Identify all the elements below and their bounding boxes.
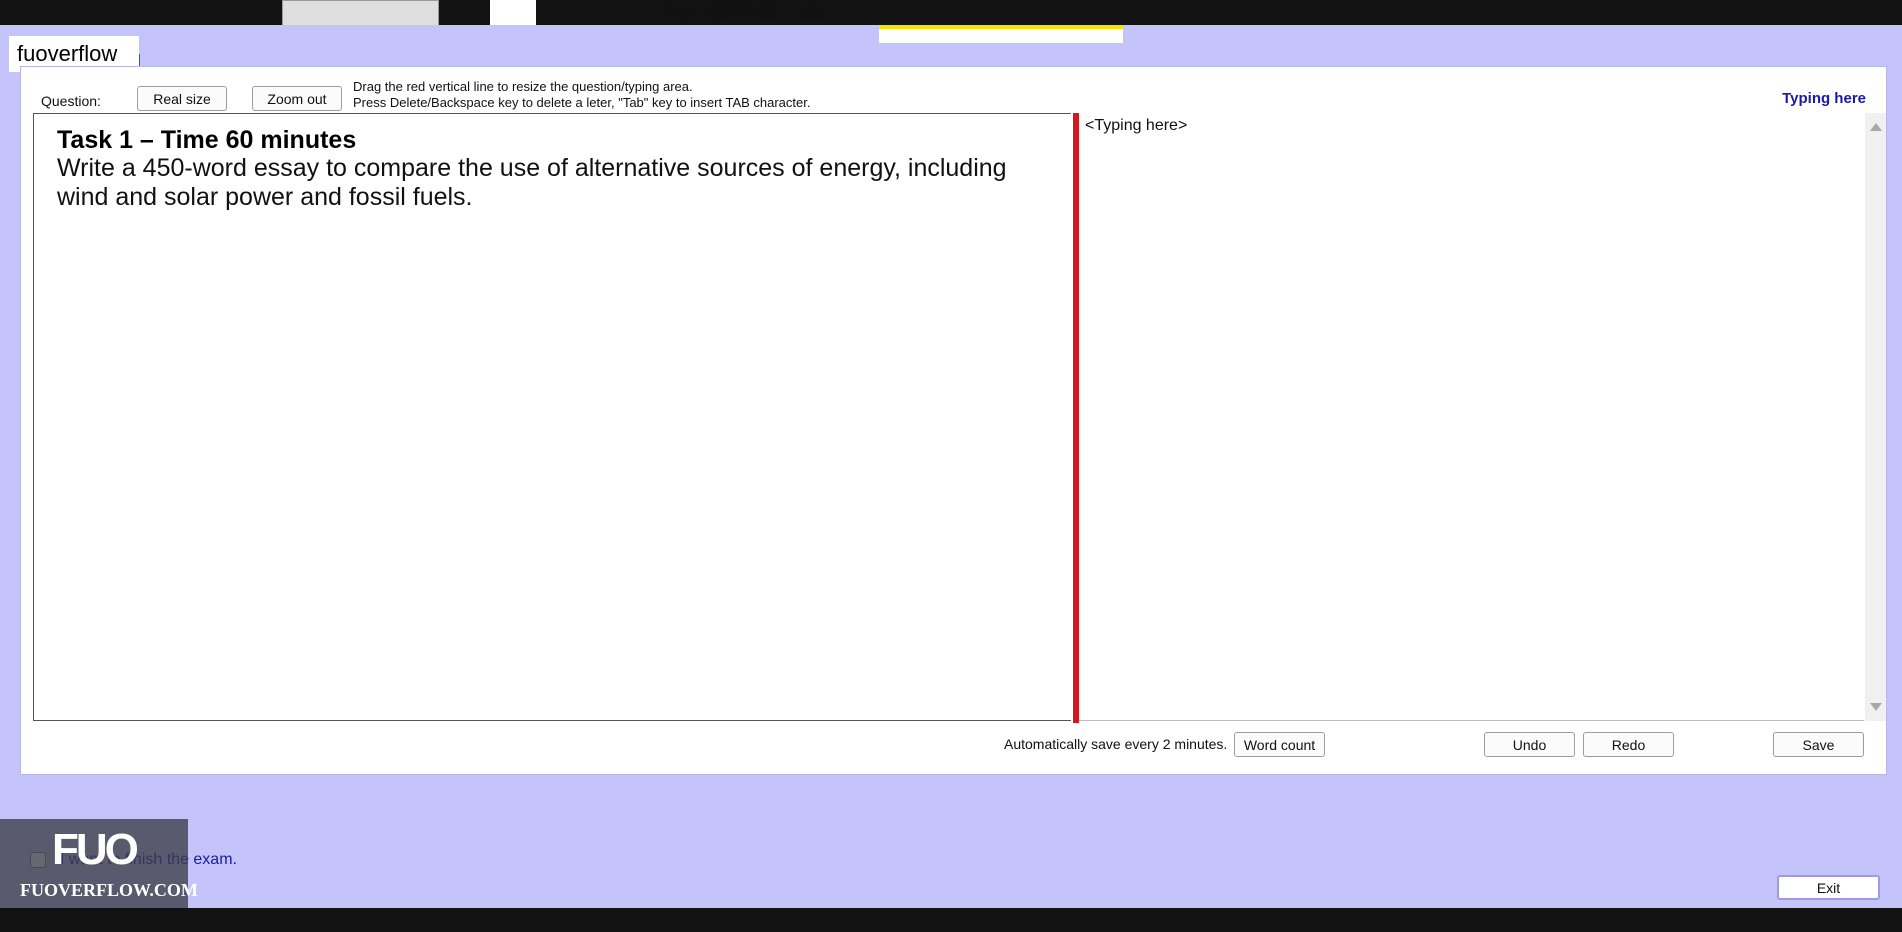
real-size-button[interactable]: Real size [137,86,227,111]
instructions: Drag the red vertical line to resize the… [353,79,810,111]
top-yellow-fragment [879,25,1123,43]
scroll-up-arrow-icon[interactable] [1870,123,1882,131]
top-bar: CSI2 1 [0,0,1902,25]
autosave-note: Automatically save every 2 minutes. [1004,736,1228,752]
typing-here-label: Typing here [1782,90,1866,107]
exam-panel: Question: Real size Zoom out Drag the re… [20,66,1887,775]
scroll-down-arrow-icon[interactable] [1870,703,1882,711]
typing-area[interactable]: <Typing here> [1079,113,1864,721]
exit-button[interactable]: Exit [1777,875,1880,900]
task-body: Write a 450-word essay to compare the us… [57,154,1007,211]
question-label: Question: [41,93,101,109]
typing-scrollbar[interactable] [1865,113,1886,721]
zoom-out-button[interactable]: Zoom out [252,86,342,111]
watermark-logo: FUO [52,825,139,874]
word-count-button[interactable]: Word count [1234,732,1325,757]
task-title: Task 1 – Time 60 minutes [57,126,357,154]
instruction-line-1: Drag the red vertical line to resize the… [353,79,693,94]
redo-button[interactable]: Redo [1583,732,1674,757]
exam-code: CSI2 1 [664,0,829,25]
top-field-fragment [282,0,439,25]
watermark-site: FUOVERFLOW.COM [20,880,198,900]
top-box-fragment [490,0,536,25]
instruction-line-2: Press Delete/Backspace key to delete a l… [353,95,811,110]
save-button[interactable]: Save [1773,732,1864,757]
undo-button[interactable]: Undo [1484,732,1575,757]
question-area: Task 1 – Time 60 minutes Write a 450-wor… [33,113,1071,721]
bottom-bar [0,908,1902,932]
typing-placeholder: <Typing here> [1085,117,1188,134]
watermark: FUO FUOVERFLOW.COM [0,819,198,908]
